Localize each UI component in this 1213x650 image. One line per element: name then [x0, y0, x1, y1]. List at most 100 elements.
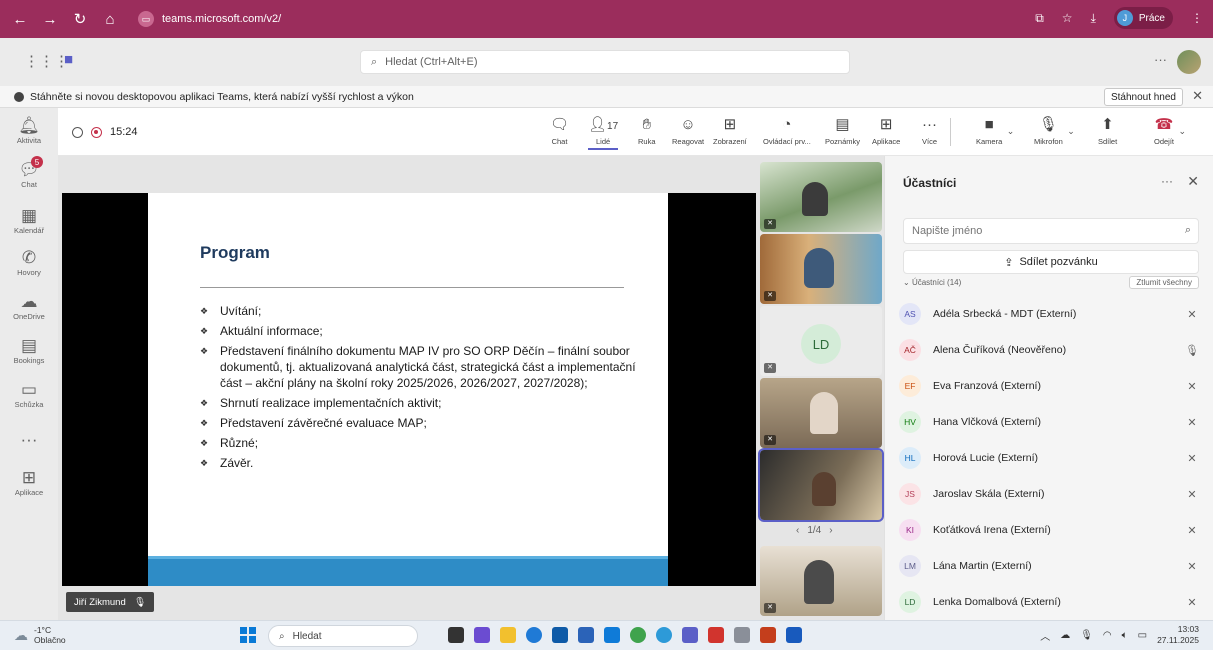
- site-info-icon[interactable]: ▭: [138, 11, 154, 27]
- windows-start-icon[interactable]: [240, 627, 256, 643]
- toolbar-divider: [950, 118, 951, 146]
- participant-row[interactable]: LD Lenka Domalbová (Externí) ✕: [899, 587, 1199, 617]
- back-icon[interactable]: ←: [10, 11, 30, 28]
- rail-item-apps[interactable]: ⊞ Aplikace: [0, 468, 58, 498]
- view-button[interactable]: ⊞ Zobrazení: [713, 114, 747, 148]
- people-button[interactable]: 👤︎17 Lidé: [588, 114, 619, 150]
- microphone-button[interactable]: 🎙︎ Mikrofon ⌄: [1034, 114, 1075, 148]
- clock[interactable]: 13:03 27.11.2025: [1157, 624, 1199, 646]
- video-tile[interactable]: ✕: [760, 162, 882, 232]
- download-now-button[interactable]: Stáhnout hned: [1103, 88, 1183, 106]
- chat-button[interactable]: 🗨︎ Chat: [550, 114, 569, 148]
- rail-item-onedrive[interactable]: ☁︎ OneDrive: [0, 292, 58, 322]
- rail-item-meeting[interactable]: ▭ Schůzka: [0, 380, 58, 410]
- close-icon[interactable]: ✕: [1192, 88, 1203, 104]
- powerpoint-icon[interactable]: [760, 627, 776, 643]
- agenda-item: Představení finálního dokumentu MAP IV p…: [200, 343, 640, 391]
- share-button[interactable]: ⬆ Sdílet: [1098, 114, 1117, 148]
- more-button[interactable]: ··· Více: [922, 114, 937, 148]
- profile-button[interactable]: J Práce: [1113, 7, 1173, 29]
- leave-button[interactable]: ☎︎ Odejít ⌄: [1154, 114, 1186, 148]
- task-view-icon[interactable]: [448, 627, 464, 643]
- store-icon[interactable]: [552, 627, 568, 643]
- mic-icon[interactable]: 🎙︎: [1080, 630, 1093, 641]
- notepad-icon[interactable]: [734, 627, 750, 643]
- toolbar-label: Zobrazení: [713, 137, 747, 146]
- shared-screen-stage: Program Uvítání; Aktuální informace; Pře…: [58, 156, 758, 620]
- address-bar[interactable]: ▭ teams.microsoft.com/v2/: [138, 7, 1138, 31]
- participant-row[interactable]: KI Koťátková Irena (Externí) ✕: [899, 515, 1199, 545]
- home-icon[interactable]: ⌂: [100, 11, 120, 28]
- video-tile-initials[interactable]: LD ✕: [760, 306, 882, 376]
- apps-button[interactable]: ⊞ Aplikace: [872, 114, 900, 148]
- chevron-right-icon[interactable]: ›: [829, 525, 832, 536]
- chevron-down-icon[interactable]: ⌄: [1007, 126, 1015, 137]
- edge-icon[interactable]: [526, 627, 542, 643]
- close-icon[interactable]: ✕: [1187, 173, 1199, 190]
- app-launcher-icon[interactable]: ⋮⋮⋮: [24, 52, 69, 70]
- taskbar-search[interactable]: ⌕ Hledat: [268, 625, 418, 647]
- notes-button[interactable]: ▤ Poznámky: [825, 114, 860, 148]
- participant-row[interactable]: JS Jaroslav Skála (Externí) ✕: [899, 479, 1199, 509]
- participant-name: Koťátková Irena (Externí): [933, 524, 1051, 536]
- mute-all-button[interactable]: Ztlumit všechny: [1129, 276, 1199, 289]
- more-options-icon[interactable]: ···: [1161, 174, 1173, 188]
- acrobat-icon[interactable]: [708, 627, 724, 643]
- browser-menu-icon[interactable]: ⋮: [1191, 11, 1203, 25]
- participant-search-input[interactable]: [903, 218, 1199, 244]
- participants-section-header[interactable]: ⌄ Účastníci (14): [903, 278, 961, 287]
- chrome-profile-icon[interactable]: [656, 627, 672, 643]
- participant-row[interactable]: AČ Alena Čuříková (Neověřeno) 🎙︎: [899, 335, 1199, 365]
- chrome-icon[interactable]: [630, 627, 646, 643]
- wifi-icon[interactable]: ◠: [1103, 630, 1112, 641]
- user-avatar[interactable]: [1177, 50, 1201, 74]
- shield-icon: [72, 126, 83, 138]
- share-invite-button[interactable]: ⇪ Sdílet pozvánku: [903, 250, 1199, 274]
- chevron-up-icon[interactable]: ︿: [1040, 628, 1050, 643]
- toolbar-label: Více: [922, 137, 938, 146]
- react-button[interactable]: ☺︎ Reagovat: [672, 114, 704, 148]
- downloads-icon[interactable]: ⤓: [1091, 11, 1096, 26]
- chevron-down-icon[interactable]: ⌄: [1067, 126, 1075, 137]
- video-tile[interactable]: ✕: [760, 234, 882, 304]
- teams-icon[interactable]: [682, 627, 698, 643]
- reload-icon[interactable]: ↻: [70, 10, 90, 28]
- volume-icon[interactable]: 🔈︎: [1122, 630, 1128, 641]
- chevron-down-icon[interactable]: ⌄: [1178, 126, 1186, 137]
- raise-hand-button[interactable]: ✋︎ Ruka: [638, 114, 656, 148]
- rail-more[interactable]: ···: [0, 430, 58, 450]
- video-tile[interactable]: ✕: [760, 546, 882, 616]
- outlook-icon[interactable]: [578, 627, 594, 643]
- split-screen-icon[interactable]: ⧉: [1035, 11, 1044, 26]
- participant-row[interactable]: HV Hana Vlčková (Externí) ✕: [899, 407, 1199, 437]
- rail-item-chat[interactable]: 💬︎ Chat: [0, 160, 58, 190]
- more-options-icon[interactable]: ···: [1154, 52, 1167, 67]
- rail-item-calls[interactable]: ✆ Hovory: [0, 248, 58, 278]
- favorite-star-icon[interactable]: ☆: [1062, 11, 1073, 25]
- teams-search-input[interactable]: ⌕ Hledat (Ctrl+Alt+E): [360, 50, 850, 74]
- app-icon[interactable]: [604, 627, 620, 643]
- controls-button[interactable]: ◔ Ovládací prv...: [763, 114, 811, 148]
- participant-row[interactable]: LM Lána Martin (Externí) ✕: [899, 551, 1199, 581]
- file-explorer-icon[interactable]: [500, 627, 516, 643]
- participant-name: Adéla Srbecká - MDT (Externí): [933, 308, 1077, 320]
- participant-row[interactable]: EF Eva Franzová (Externí) ✕: [899, 371, 1199, 401]
- camera-button[interactable]: ■ Kamera ⌄: [976, 114, 1014, 148]
- participant-row[interactable]: AS Adéla Srbecká - MDT (Externí) ✕: [899, 299, 1199, 329]
- rail-item-bookings[interactable]: ▤ Bookings: [0, 336, 58, 366]
- rail-item-calendar[interactable]: ▦ Kalendář: [0, 206, 58, 236]
- copilot-icon[interactable]: [474, 627, 490, 643]
- more-icon: ···: [922, 116, 937, 133]
- video-tile[interactable]: ✕: [760, 378, 882, 448]
- word-icon[interactable]: [786, 627, 802, 643]
- participant-row[interactable]: HL Horová Lucie (Externí) ✕: [899, 443, 1199, 473]
- video-tile-active[interactable]: [758, 448, 884, 522]
- weather-widget[interactable]: ☁ -1°C Oblačno: [14, 625, 66, 645]
- participant-name: Lenka Domalbová (Externí): [933, 596, 1061, 608]
- person-silhouette: [802, 182, 828, 216]
- chevron-left-icon[interactable]: ‹: [796, 525, 799, 536]
- battery-icon[interactable]: ▭: [1138, 630, 1147, 641]
- forward-icon[interactable]: →: [40, 11, 60, 28]
- rail-item-activity[interactable]: 🔔︎ Aktivita: [0, 116, 58, 146]
- onedrive-icon[interactable]: ☁: [1060, 630, 1070, 641]
